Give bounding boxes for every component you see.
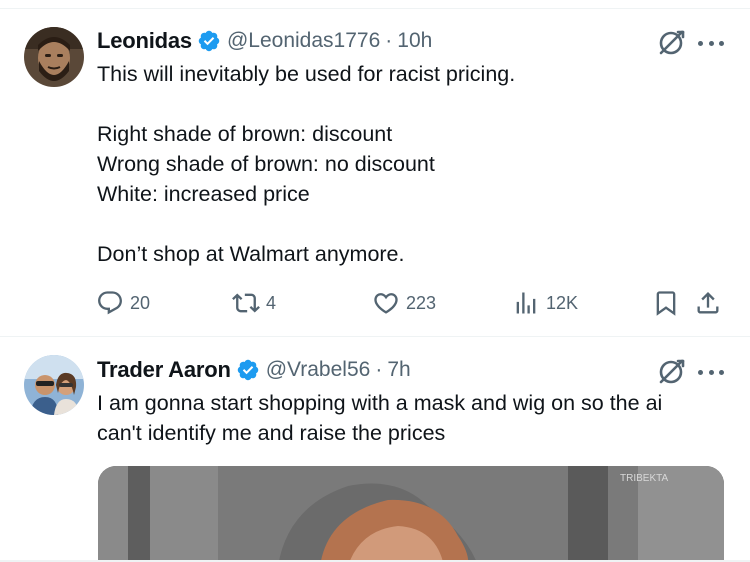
- heart-icon: [374, 293, 398, 314]
- grok-icon[interactable]: [656, 357, 686, 387]
- more-dot: [708, 40, 714, 46]
- share-icon: [697, 292, 719, 314]
- avatar[interactable]: [24, 27, 84, 87]
- more-options-icon[interactable]: [698, 359, 724, 385]
- handle[interactable]: @Leonidas1776: [227, 29, 380, 53]
- avatar-image: [24, 355, 84, 415]
- tweet-text: This will inevitably be used for racist …: [97, 62, 516, 266]
- top-divider: [0, 8, 750, 9]
- verified-badge-icon[interactable]: [197, 29, 221, 53]
- avatar[interactable]: [24, 355, 84, 415]
- tweet-text: I am gonna start shopping with a mask an…: [97, 391, 663, 445]
- like-button[interactable]: 223: [372, 286, 436, 320]
- display-name[interactable]: Trader Aaron: [97, 357, 231, 383]
- timestamp[interactable]: 10h: [397, 29, 432, 53]
- reply-count: 20: [130, 292, 151, 313]
- reply-icon: [98, 291, 122, 315]
- bookmark-icon: [656, 291, 676, 316]
- like-count: 223: [406, 292, 437, 313]
- timestamp[interactable]: 7h: [387, 358, 410, 382]
- retweet-icon: [232, 293, 260, 313]
- more-dot: [698, 40, 703, 46]
- more-dot: [708, 369, 714, 375]
- views-chart-icon: [516, 292, 536, 314]
- display-name[interactable]: Leonidas: [97, 28, 192, 54]
- grok-icon[interactable]: [656, 28, 686, 58]
- more-options-icon[interactable]: [698, 30, 724, 56]
- handle[interactable]: @Vrabel56: [266, 358, 371, 382]
- retweet-button[interactable]: 4: [232, 286, 276, 320]
- reply-button[interactable]: 20: [96, 286, 150, 320]
- avatar-image: [24, 27, 84, 87]
- more-dot: [719, 369, 724, 375]
- tweet-media[interactable]: TRIBEKTA: [98, 466, 724, 562]
- more-dot: [719, 40, 724, 46]
- media-image: TRIBEKTA: [98, 466, 724, 562]
- tweet-actions: 20 4 223 12K: [96, 286, 726, 320]
- separator-dot: ·: [375, 358, 383, 381]
- views-button[interactable]: 12K: [512, 286, 578, 320]
- bookmark-button[interactable]: [652, 286, 680, 320]
- more-dot: [698, 369, 703, 375]
- media-watermark: TRIBEKTA: [620, 473, 668, 484]
- views-count: 12K: [546, 292, 579, 313]
- separator-dot: ·: [385, 29, 393, 52]
- verified-badge-icon[interactable]: [236, 358, 260, 382]
- tweet-header: Trader Aaron @Vrabel56 · 7h: [97, 355, 411, 385]
- tweet-divider: [0, 336, 750, 337]
- tweet-header: Leonidas @Leonidas1776 · 10h: [97, 26, 432, 56]
- share-button[interactable]: [694, 286, 722, 320]
- retweet-count: 4: [266, 292, 277, 313]
